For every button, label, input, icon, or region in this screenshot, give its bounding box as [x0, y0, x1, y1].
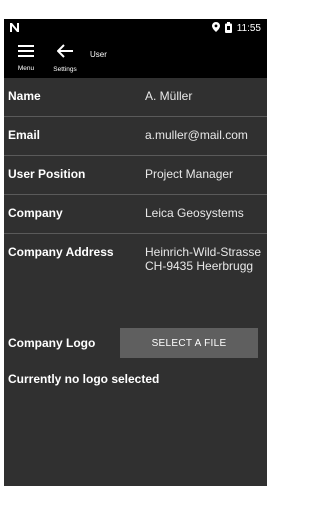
- network-n-icon: [10, 22, 19, 35]
- name-label: Name: [8, 89, 41, 103]
- email-value: a.muller@mail.com: [145, 128, 248, 142]
- page-title: User: [90, 49, 107, 59]
- name-value: A. Müller: [145, 89, 193, 103]
- company-logo-label: Company Logo: [8, 336, 96, 350]
- status-bar: 11:55: [4, 19, 267, 38]
- email-label: Email: [8, 128, 41, 142]
- field-row-company: Company Leica Geosystems: [4, 195, 267, 234]
- status-right: 11:55: [211, 21, 261, 36]
- address-label: Company Address: [8, 245, 114, 259]
- battery-icon: [224, 21, 232, 36]
- select-file-button[interactable]: SELECT A FILE: [120, 328, 258, 358]
- field-row-position: User Position Project Manager: [4, 156, 267, 195]
- hamburger-menu-icon: [18, 44, 34, 62]
- location-icon: [211, 22, 220, 35]
- settings-label: Settings: [53, 65, 77, 73]
- back-arrow-icon: [56, 43, 73, 63]
- menu-label: Menu: [17, 65, 35, 72]
- field-row-address: Company Address Heinrich-Wild-Strasse CH…: [4, 234, 267, 324]
- company-logo-row: Company Logo SELECT A FILE: [4, 324, 267, 362]
- settings-back-button[interactable]: Settings: [44, 38, 86, 78]
- address-value: Heinrich-Wild-Strasse CH-9435 Heerbrugg: [145, 245, 262, 273]
- position-value: Project Manager: [145, 167, 234, 181]
- position-label: User Position: [8, 167, 86, 181]
- field-row-name: Name A. Müller: [4, 78, 267, 117]
- field-row-email: Email a.muller@mail.com: [4, 117, 267, 156]
- app-bar: Menu Settings User: [4, 38, 267, 78]
- no-logo-message: Currently no logo selected: [8, 372, 160, 386]
- status-time: 11:55: [236, 22, 261, 34]
- company-label: Company: [8, 206, 63, 220]
- user-screen: 11:55 Menu Settings User Name A. Müller …: [4, 19, 267, 486]
- menu-button[interactable]: Menu: [8, 38, 44, 78]
- company-value: Leica Geosystems: [145, 206, 244, 220]
